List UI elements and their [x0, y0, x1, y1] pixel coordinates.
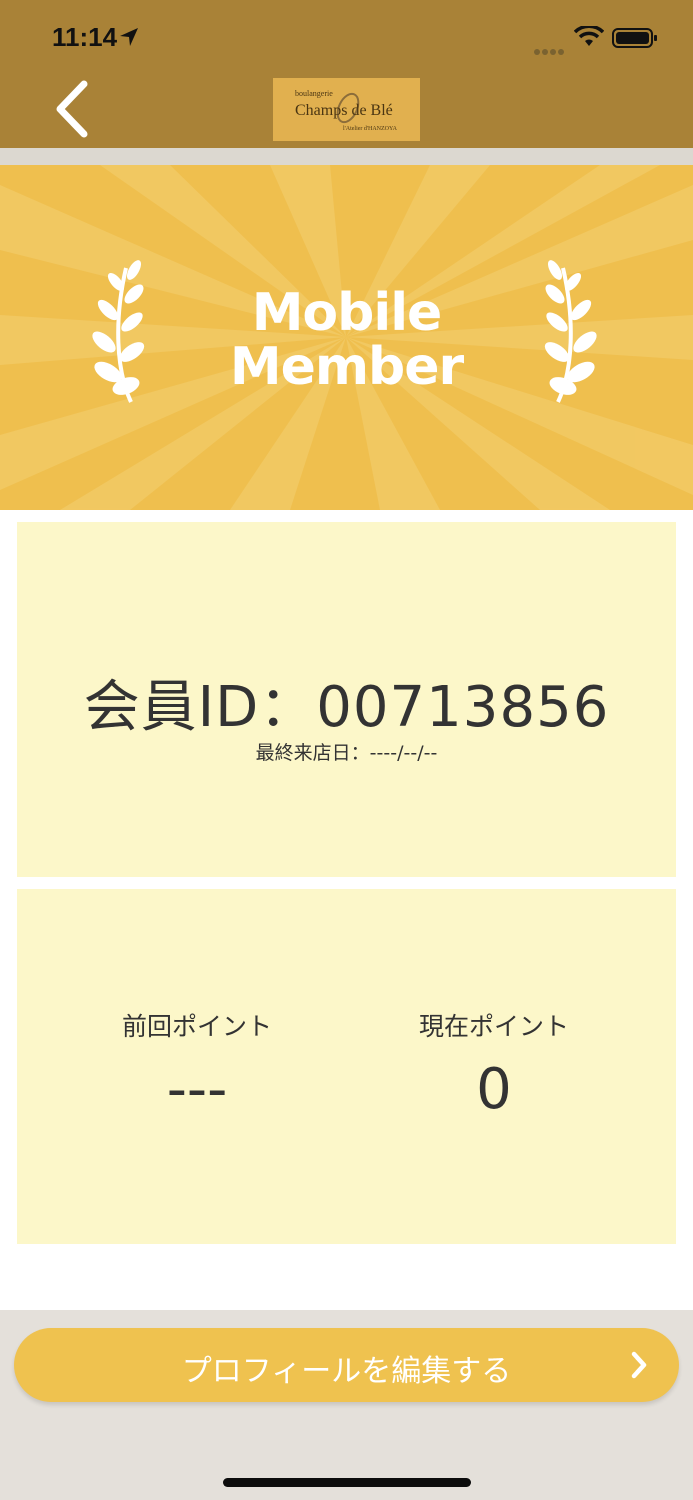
points-card: 前回ポイント --- 現在ポイント 0: [17, 889, 676, 1244]
mobile-member-banner: Mobile Member: [0, 165, 693, 510]
home-indicator[interactable]: [223, 1478, 471, 1487]
chevron-right-icon: [631, 1351, 647, 1379]
laurel-icon: [544, 260, 597, 403]
previous-points-label: 前回ポイント: [121, 1012, 272, 1041]
battery-icon: [612, 28, 657, 48]
location-arrow-icon: [120, 28, 138, 46]
edit-profile-button[interactable]: プロフィールを編集する: [14, 1328, 679, 1402]
paper-strip: [0, 148, 693, 165]
logo-main-text: Champs de Blé: [295, 102, 393, 119]
last-visit-date: 最終来店日：----/--/--: [255, 742, 438, 764]
member-id-card: 会員ID：00713856 最終来店日：----/--/--: [17, 522, 676, 877]
member-content: 会員ID：00713856 最終来店日：----/--/-- 前回ポイント --…: [0, 510, 693, 1310]
brand-logo: boulangerie Champs de Blé l'Atelier d'HA…: [273, 78, 420, 141]
bottom-area: プロフィールを編集する: [0, 1310, 693, 1500]
current-points-label: 現在ポイント: [418, 1012, 569, 1041]
logo-sub-text: l'Atelier d'HANZOYA: [343, 126, 397, 132]
logo-top-text: boulangerie: [295, 89, 333, 98]
back-chevron-icon[interactable]: [44, 76, 100, 142]
signal-icon: [534, 40, 566, 59]
header-bar: 11:14 boulangerie Champs de Blé l'Atelie…: [0, 0, 693, 148]
status-time: 11:14: [52, 22, 118, 52]
edit-profile-label: プロフィールを編集する: [181, 1354, 512, 1389]
wifi-icon: [574, 26, 604, 46]
current-points-value: 0: [476, 1057, 512, 1122]
member-id: 会員ID：00713856: [83, 675, 610, 740]
previous-points-value: ---: [166, 1057, 228, 1122]
